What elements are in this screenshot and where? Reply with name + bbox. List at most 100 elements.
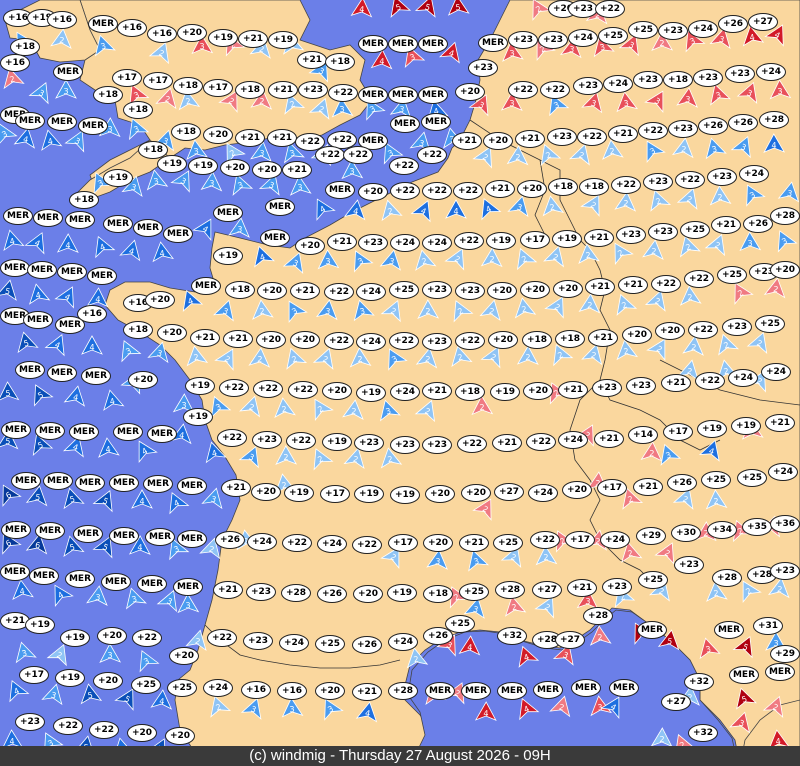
temperature-label: +26 [728,114,758,132]
temperature-label: +23 [592,379,622,397]
temperature-label: +23 [508,31,538,49]
temperature-label: +20 [353,585,383,603]
temperature-label: +25 [493,534,523,552]
svg-text:3: 3 [63,87,68,96]
temperature-label: +24 [688,20,718,38]
temperature-label: +18 [663,71,693,89]
temperature-label: +23 [722,318,752,336]
svg-text:2: 2 [479,403,484,412]
temperature-label: +24 [528,484,558,502]
temperature-label: +19 [60,629,90,647]
temperature-label: +20 [127,724,157,742]
svg-text:4: 4 [105,445,111,454]
svg-text:2: 2 [609,147,615,156]
temperature-label: +18 [123,321,153,339]
temperature-label: +17 [203,79,233,97]
sea-station-label: MER [53,63,83,81]
svg-text:3: 3 [585,597,591,606]
svg-text:5: 5 [455,3,461,12]
temperature-label: +22 [217,429,247,447]
temperature-label: +16 [0,54,30,72]
svg-text:3: 3 [237,225,243,234]
temperature-label: +22 [390,182,420,200]
svg-text:4: 4 [89,343,94,352]
temperature-label: +22 [422,182,452,200]
temperature-label: +21 [290,282,320,300]
temperature-label: +22 [417,146,447,164]
svg-text:3: 3 [289,705,295,714]
temperature-label: +23 [455,282,485,300]
temperature-label: +20 [425,485,455,503]
temperature-label: +34 [707,521,737,539]
svg-text:2: 2 [717,193,723,202]
temperature-label: +19 [697,420,727,438]
temperature-label: +21 [661,374,691,392]
temperature-label: +18 [171,123,201,141]
temperature-label: +24 [390,383,420,401]
svg-text:3: 3 [339,105,345,114]
svg-text:4: 4 [771,141,776,150]
temperature-label: +24 [739,165,769,183]
temperature-label: +28 [388,682,418,700]
svg-text:5: 5 [5,389,11,398]
temperature-label: +24 [768,463,798,481]
sea-station-label: MER [765,663,795,681]
temperature-label: +24 [422,234,452,252]
temperature-label: +20 [655,322,685,340]
sea-station-label: MER [388,86,418,104]
temperature-label: +24 [388,633,418,651]
temperature-label: +20 [295,237,325,255]
sea-station-label: MER [729,666,759,684]
svg-text:3: 3 [185,601,190,610]
temperature-label: +22 [328,84,358,102]
temperature-label: +19 [183,408,213,426]
sea-station-label: MER [73,525,103,543]
temperature-label: +19 [157,155,187,173]
sea-station-label: MER [478,34,508,52]
svg-text:2: 2 [623,199,629,208]
temperature-label: +18 [173,77,203,95]
temperature-label: +20 [165,727,195,745]
temperature-label: +26 [698,117,728,135]
temperature-label: +21 [459,534,489,552]
svg-text:2: 2 [543,553,549,562]
temperature-label: +24 [568,29,598,47]
temperature-label: +21 [711,216,741,234]
temperature-label: +22 [530,531,560,549]
sea-station-label: MER [78,117,108,135]
sea-station-label: MER [133,219,163,237]
temperature-label: +23 [390,436,420,454]
temperature-label: +20 [322,382,352,400]
svg-text:3: 3 [685,95,691,104]
sea-station-label: MER [113,423,143,441]
temperature-label: +17 [565,531,595,549]
temperature-label: +20 [520,281,550,299]
temperature-label: +27 [555,631,585,649]
sea-station-label: MER [1,421,31,439]
temperature-label: +24 [600,531,630,549]
temperature-label: +23 [643,173,673,191]
sea-station-label: MER [27,261,57,279]
temperature-label: +29 [770,645,800,663]
temperature-label: +27 [661,693,691,711]
temperature-label: +23 [648,223,678,241]
temperature-label: +25 [315,635,345,653]
temperature-label: +24 [247,533,277,551]
svg-text:2: 2 [587,301,593,310]
sea-station-label: MER [103,215,133,233]
temperature-label: +23 [422,333,452,351]
temperature-label: +20 [145,291,175,309]
temperature-label: +27 [748,13,778,31]
sea-station-label: MER [0,563,30,581]
temperature-label: +20 [177,24,207,42]
sea-station-label: MER [260,229,290,247]
temperature-label: +22 [638,122,668,140]
temperature-label: +25 [680,221,710,239]
svg-text:4: 4 [379,57,385,66]
sea-station-label: MER [418,86,448,104]
sea-station-label: MER [265,198,295,216]
svg-text:2: 2 [489,255,494,264]
temperature-label: +21 [267,129,297,147]
temperature-label: +24 [203,679,233,697]
temperature-label: +22 [454,232,484,250]
